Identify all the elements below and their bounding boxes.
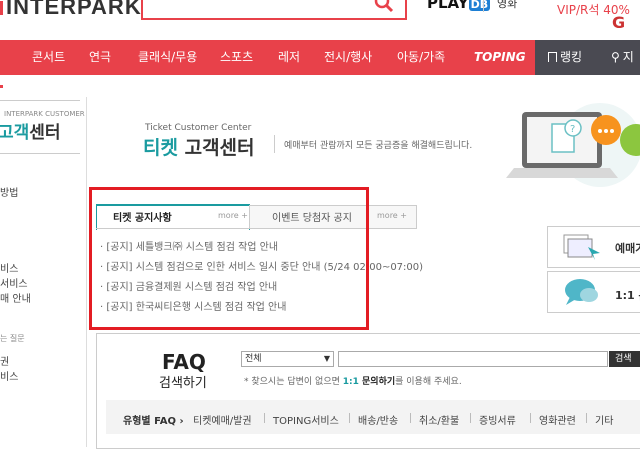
ranking-label: 랭킹 [560,50,583,64]
event-more-link[interactable]: more + [377,211,407,220]
nav-leisure[interactable]: 레저 [278,40,300,75]
top-search-input[interactable] [141,0,407,20]
screen-cursor-icon [562,233,602,261]
sidebar-title-accent: 고객 [0,123,30,143]
banner-title-accent: 티켓 [143,137,178,159]
sidebar-item-guide[interactable]: 매 안내 [0,290,31,305]
ranking-link[interactable]: 랭킹 [548,40,582,75]
faq-hint-link-num[interactable]: 1:1 [343,377,359,387]
faq-cat-refund[interactable]: 취소/환불 [419,412,459,427]
faq-search-input[interactable] [338,351,608,367]
nav-sports[interactable]: 스포츠 [220,40,253,75]
sidebar-item-faq[interactable]: 는 질문 [0,333,25,344]
sidebar-title-rest: 센터 [29,123,61,143]
nav-classic[interactable]: 클래식/무용 [138,40,197,75]
nav-toping[interactable]: TOPING [474,40,526,75]
faq-subtitle: 검색하기 [159,376,207,391]
cat-separator [410,413,411,423]
banner-description: 예매부터 관람까지 모든 궁금증을 해결해드립니다. [284,141,473,151]
sidebar-item-method[interactable]: 방법 [0,184,18,199]
banner-title-rest: 고객센터 [177,137,255,159]
faq-cat-movie[interactable]: 영화관련 [539,412,576,427]
nav-concert[interactable]: 콘서트 [32,40,65,75]
faq-title: FAQ [162,350,206,374]
faq-cat-receipts[interactable]: 증빙서류 [479,412,516,427]
faq-hint: * 찾으시는 답변이 없으면 1:1 문의하기를 이용해 주세요. [244,374,462,387]
faq-category-title: 유형별 FAQ › [123,416,184,427]
svg-text:?: ? [570,124,575,135]
cat-separator [264,413,265,423]
nav-play[interactable]: 연극 [89,40,111,75]
header-divider [483,0,484,12]
cat-separator [349,413,350,423]
faq-hint-post: 를 이용해 주세요. [395,377,462,387]
chat-bubble-icon [562,277,602,307]
faq-search-button[interactable]: 검색 [609,351,640,367]
playdb-db: DB [468,0,491,11]
laptop-illustration-icon: ? [500,100,640,195]
cat-separator [470,413,471,423]
interpark-logo[interactable]: INTERPARK [0,0,142,20]
region-link[interactable]: ⚲ 지역 [611,40,640,99]
movie-link[interactable]: 영화 [497,0,517,11]
dropdown-arrow-icon: ▼ [323,354,330,363]
playdb-play: PLAY [427,0,469,12]
location-pin-icon: ⚲ [611,50,620,64]
sidebar-item-service[interactable]: 비스 [0,260,18,275]
faq-cat-delivery[interactable]: 배송/반송 [358,412,398,427]
bookmark-icon [548,52,557,62]
sidebar-item-ticket[interactable]: 권 [0,353,9,368]
sidebar-item-service3[interactable]: 비스 [0,368,18,383]
banner-separator [274,135,275,153]
nav-kids[interactable]: 아동/가족 [397,40,445,75]
promo-badge[interactable]: G [612,13,640,39]
sidebar-divider [86,97,87,447]
highlight-box [89,187,369,330]
banner-title: 티켓 고객센터 [143,133,255,160]
cat-separator [530,413,531,423]
sidebar-dot [0,85,3,88]
faq-category-select[interactable]: 전체 ▼ [241,351,334,367]
sidebar-small-title: INTERPARK CUSTOMER [4,110,85,118]
faq-cat-toping[interactable]: TOPING서비스 [273,412,339,427]
sidebar-item-service2[interactable]: 서비스 [0,275,28,290]
one-to-one-label: 1:1 문 [615,289,640,302]
faq-hint-pre: * 찾으시는 답변이 없으면 [244,377,343,387]
faq-hint-link[interactable]: 문의하기 [359,377,395,387]
cat-separator [586,413,587,423]
faq-cat-booking[interactable]: 티켓예매/발권 [193,412,252,427]
faq-select-value: 전체 [245,354,262,364]
nav-exhibition[interactable]: 전시/행사 [324,40,372,75]
faq-cat-other[interactable]: 기타 [595,412,613,427]
nav-right-section: 랭킹 ⚲ 지역 [535,40,640,99]
logo-mark [0,1,3,16]
banner-subtitle: Ticket Customer Center [145,123,252,133]
sidebar-title: 고객센터 [0,118,61,143]
main-nav: 콘서트 연극 클래식/무용 스포츠 레저 전시/행사 아동/가족 TOPING … [0,40,640,99]
logo-text: INTERPARK [6,0,142,19]
booking-guide-label: 예매가 [615,242,640,255]
playdb-logo[interactable]: PLAY DB [427,0,491,12]
search-icon[interactable] [374,0,398,18]
